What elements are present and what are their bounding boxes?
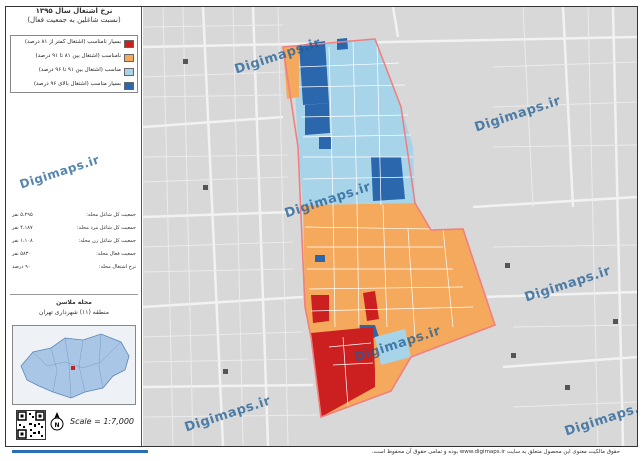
map-title: نرخ اشتغال سال ۱۳۹۵ (نسبت شاغلین به جمعی… [6,7,142,25]
stat-row: جمعیت فعال محله: ۵۸۳۰ نفر [10,251,138,261]
legend-item-very-good: بسیار مناسب (اشتغال بالای ۹۶ درصد) [11,80,137,92]
legend-label: بسیار نامناسب (اشتغال کمتر از ۸۱ درصد) [24,39,121,45]
title-line-2: (نسبت شاغلین به جمعیت فعال) [27,16,121,24]
legend-label: بسیار مناسب (اشتغال بالای ۹۶ درصد) [33,81,121,87]
stat-label: جمعیت فعال محله: [96,251,136,257]
qr-code-icon [16,410,46,440]
stat-value: ۴،۱۸۷ نفر [12,225,33,231]
inset-map-svg [20,333,130,399]
stat-label: جمعیت کل شاغل محله: [86,212,136,218]
poi-icon [565,385,570,390]
legend-swatch [124,40,134,48]
stat-label: جمعیت کل شاغل مرد محله: [76,225,136,231]
copyright-footer: حقوق مالکیت معنوی این محصول متعلق به سای… [371,449,620,455]
poi-icon [203,185,208,190]
legend-label: مناسب (اشتغال بین ۹۱ تا ۹۶ درصد) [38,67,121,73]
poi-icon [511,353,516,358]
stat-row: جمعیت کل شاغل محله: ۵،۲۹۵ نفر [10,212,138,222]
stat-label: جمعیت کل شاغل زن محله: [78,238,136,244]
zone-very-good [305,103,330,135]
legend: بسیار نامناسب (اشتغال کمتر از ۸۱ درصد) ن… [10,35,138,93]
zone-very-good [319,137,331,149]
zone-very-good [315,255,325,262]
stat-row: جمعیت کل شاغل زن محله: ۱،۱۰۸ نفر [10,238,138,248]
legend-item-good: مناسب (اشتغال بین ۹۱ تا ۹۶ درصد) [11,66,137,78]
divider [10,294,138,295]
poi-icon [183,59,188,64]
legend-item-very-poor: بسیار نامناسب (اشتغال کمتر از ۸۱ درصد) [11,38,137,50]
stats-table: جمعیت کل شاغل محله: ۵،۲۹۵ نفر جمعیت کل ش… [10,212,138,292]
inset-locator-map [12,325,136,405]
poi-icon [505,263,510,268]
zone-very-poor [311,295,329,323]
stat-value: ۱،۱۰۸ نفر [12,238,33,244]
sidebar-panel: نرخ اشتغال سال ۱۳۹۵ (نسبت شاغلین به جمعی… [6,7,148,453]
legend-label: نامناسب (اشتغال بین ۸۱ تا ۹۱ درصد) [35,53,122,59]
scale-label: Scale = 1:7,000 [70,417,134,426]
zone-very-good [337,38,348,50]
north-arrow-icon: N [50,411,64,433]
stat-value: ۵،۲۹۵ نفر [12,212,33,218]
stat-label: نرخ اشتغال محله: [98,264,136,270]
main-map[interactable]: Digimaps.ir Digimaps.ir Digimaps.ir Digi… [143,7,637,446]
zone-very-good [371,157,405,201]
poi-icon [613,319,618,324]
stat-value: ۵۸۳۰ نفر [12,251,32,257]
stat-row: نرخ اشتغال محله: ۹۰ درصد [10,264,138,274]
area-district: منطقه (۱۱) شهرداری تهران [39,309,109,316]
legend-item-poor: نامناسب (اشتغال بین ۸۱ تا ۹۱ درصد) [11,52,137,64]
title-line-1: نرخ اشتغال سال ۱۳۹۵ [35,7,113,15]
map-svg [143,7,637,446]
stat-row: جمعیت کل شاغل مرد محله: ۴،۱۸۷ نفر [10,225,138,235]
poi-icon [223,369,228,374]
legend-swatch [124,54,134,62]
stat-value: ۹۰ درصد [12,264,31,270]
area-name: محله ملاسن [56,299,92,306]
svg-text:N: N [54,422,59,429]
legend-swatch [124,68,134,76]
legend-swatch [124,82,134,90]
location-marker [71,366,75,370]
